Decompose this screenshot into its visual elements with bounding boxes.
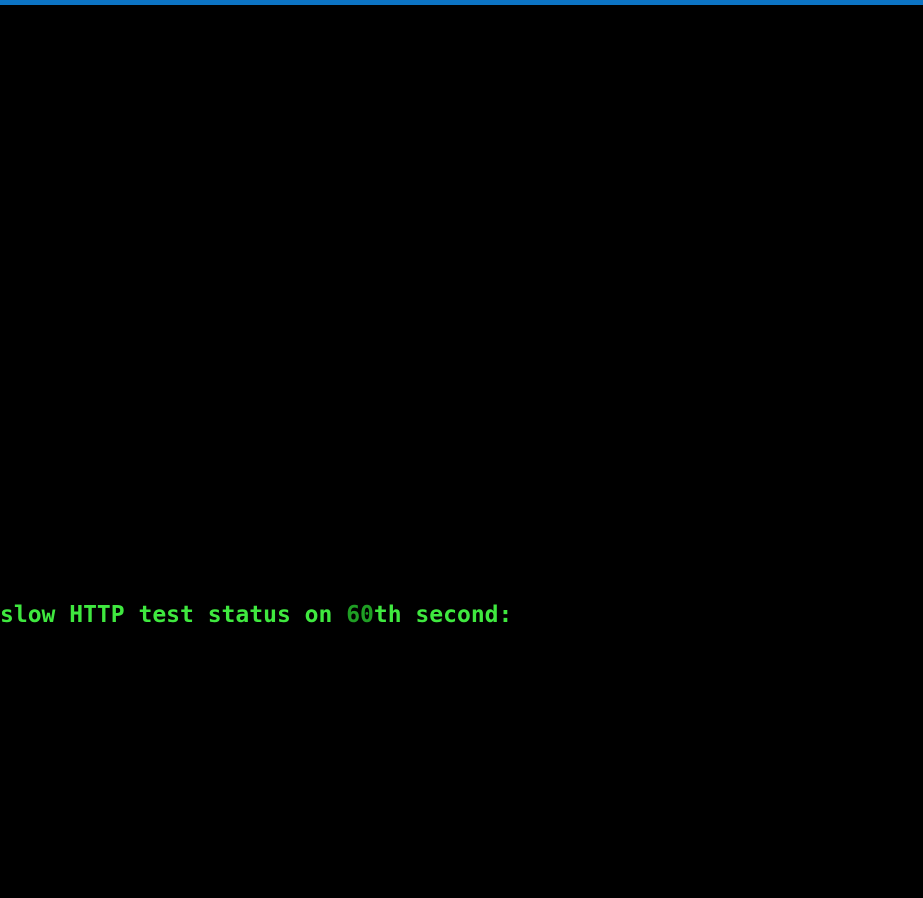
stat-row: error:0	[0, 782, 923, 819]
config-row: connections per seconds:200	[0, 375, 923, 412]
config-row: test duration:240 seconds	[0, 449, 923, 486]
config-row: cookie:	[0, 227, 923, 264]
terminal-screen: slowhttptest version 1.8.3 - https://git…	[0, 5, 923, 893]
stat-row: initializing:0	[0, 671, 923, 708]
stat-row: service available:YES	[0, 856, 923, 893]
config-row: test type:SLOW BODY	[0, 79, 923, 116]
config-row: verb:FAKEVERB	[0, 190, 923, 227]
stat-row: pending:0	[0, 708, 923, 745]
status-second-counter: 60	[346, 602, 374, 628]
status-message-suffix: th second:	[373, 602, 513, 628]
config-row: Content-Length header value:8192	[0, 264, 923, 301]
terminal-window: slowhttptest version 1.8.3 - https://git…	[0, 0, 923, 898]
config-row: follow up data max size:22	[0, 301, 923, 338]
status-message-prefix: slow HTTP test status on	[0, 602, 347, 628]
config-row: number of connections:3000	[0, 116, 923, 153]
status-line: slow HTTP test status on 60th second:	[0, 597, 923, 634]
config-row: probe connection timeout:3 seconds	[0, 412, 923, 449]
stat-row: connected:80	[0, 745, 923, 782]
header-title-line: slowhttptest version 1.8.3	[0, 5, 923, 42]
config-row: interval between follow up data:110 seco…	[0, 338, 923, 375]
config-row: URL:https://www.baidu.com/	[0, 153, 923, 190]
header-url-line: - https://github.com/shekyan/slowhttptes…	[0, 42, 923, 79]
stat-row: closed:2920	[0, 819, 923, 856]
config-row: using proxy:no proxy	[0, 486, 923, 523]
timestamp-line: Wed Jun 9 03:18:56 2021:	[0, 560, 923, 597]
